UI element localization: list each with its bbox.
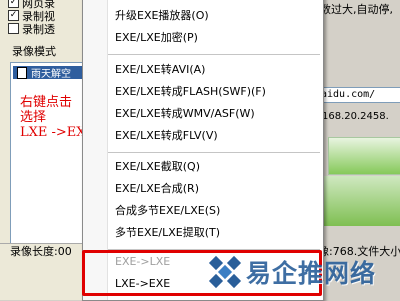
right-top-text: 数过大,自动停, xyxy=(320,3,393,16)
menu-separator xyxy=(108,54,320,55)
recording-list[interactable]: 雨天解空 xyxy=(10,62,86,244)
menu-item-encrypt[interactable]: EXE/LXE加密(P) xyxy=(84,27,322,49)
list-item[interactable]: 雨天解空 xyxy=(13,66,85,80)
menu-item-cut[interactable]: EXE/LXE截取(Q) xyxy=(84,156,322,178)
url-field[interactable]: aidu.com/ xyxy=(320,87,400,103)
checkbox-label-2: 录制透 xyxy=(22,22,55,36)
list-item-label: 雨天解空 xyxy=(31,69,71,80)
menu-item-to-avi[interactable]: EXE/LXE转AVI(A) xyxy=(84,59,322,81)
menu-item-to-wmv[interactable]: EXE/LXE转成WMV/ASF(W) xyxy=(84,103,322,125)
section-label: 录像模式 xyxy=(12,45,56,58)
preview-thumbnail xyxy=(328,137,400,175)
status-bar-left: 录像长度:00 xyxy=(0,243,94,260)
menu-item-upgrade-player[interactable]: 升级EXE播放器(O) xyxy=(84,5,322,27)
checkbox-0[interactable]: ✓ xyxy=(8,0,19,8)
ip-text: 168.20.2458. xyxy=(322,111,389,122)
menu-item-merge-multi[interactable]: 合成多节EXE/LXE(S) xyxy=(84,200,322,222)
checkbox-1[interactable]: ✓ xyxy=(8,10,19,21)
menu-item-to-flv[interactable]: EXE/LXE转成FLV(V) xyxy=(84,125,322,147)
checkbox-2[interactable] xyxy=(8,23,19,34)
menu-item-to-flash[interactable]: EXE/LXE转成FLASH(SWF)(F) xyxy=(84,81,322,103)
watermark-text: 易企推网络 xyxy=(246,259,377,288)
document-icon xyxy=(17,66,27,79)
checkbox-row-2[interactable]: 录制透 xyxy=(8,22,55,36)
menu-item-extract-multi[interactable]: 多节EXE/LXE提取(T) xyxy=(84,222,322,244)
left-panel: ✓ 网页录 ✓ 录制视 录制透 录像模式 雨天解空 右键点击 选择 LXE ->… xyxy=(0,0,95,300)
menu-item-merge[interactable]: EXE/LXE合成(R) xyxy=(84,178,322,200)
watermark: 易企推网络 xyxy=(208,254,376,290)
watermark-logo-icon xyxy=(208,255,242,289)
preview-area xyxy=(322,176,400,226)
menu-separator xyxy=(108,152,320,153)
